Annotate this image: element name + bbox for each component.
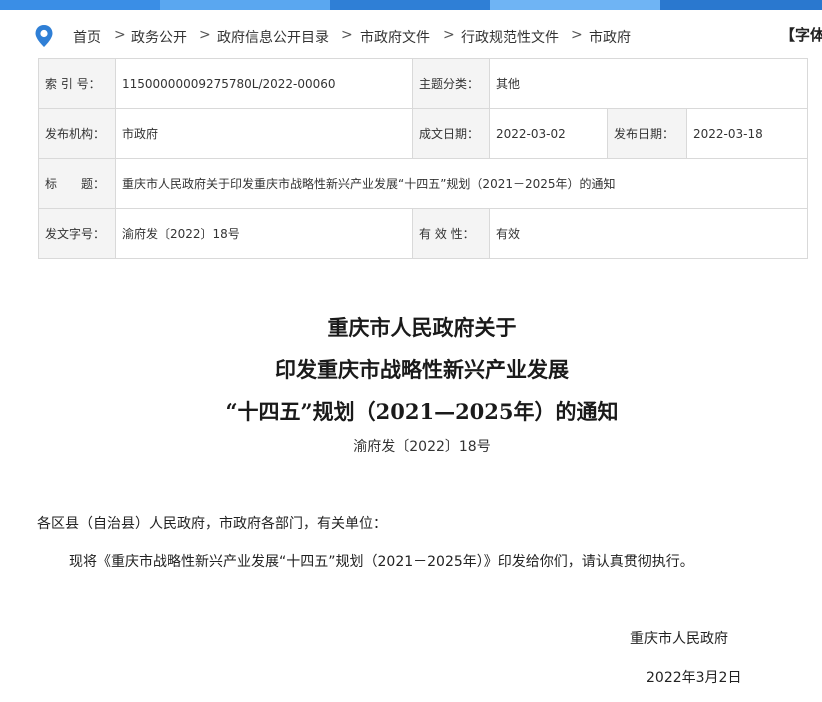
- breadcrumb-separator: >: [341, 27, 353, 43]
- body-paragraph: 现将《重庆市战略性新兴产业发展“十四五”规划（2021－2025年）》印发给你们…: [69, 554, 694, 570]
- salutation: 各区县（自治县）人民政府，市政府各部门，有关单位：: [37, 516, 387, 532]
- location-pin-icon: [34, 24, 54, 48]
- top-bar-segment: [490, 0, 660, 10]
- breadcrumb-separator: >: [571, 27, 583, 43]
- created-date-value: 2022-03-02: [489, 108, 608, 159]
- index-number-value: 11500000009275780L/2022-00060: [115, 58, 413, 109]
- title-value: 重庆市人民政府关于印发重庆市战略性新兴产业发展“十四五”规划（2021－2025…: [114, 158, 809, 209]
- issuer-value: 市政府: [115, 108, 413, 159]
- top-color-bar: [0, 0, 822, 10]
- top-bar-segment: [330, 0, 490, 10]
- signer-organization: 重庆市人民政府: [630, 631, 728, 647]
- topic-category-label: 主题分类：: [412, 58, 490, 109]
- table-row: 索 引 号： 11500000009275780L/2022-00060 主题分…: [38, 58, 809, 109]
- top-bar-segment: [160, 0, 330, 10]
- published-date-value: 2022-03-18: [685, 108, 809, 159]
- breadcrumb-separator: >: [114, 27, 126, 43]
- document-metadata-table: 索 引 号： 11500000009275780L/2022-00060 主题分…: [38, 58, 809, 259]
- top-bar-segment: [0, 0, 160, 10]
- breadcrumb-info-catalog[interactable]: 政府信息公开目录: [217, 27, 329, 47]
- breadcrumb: 首页 > 政务公开 > 政府信息公开目录 > 市政府文件 > 行政规范性文件 >…: [0, 22, 822, 50]
- signing-date: 2022年3月2日: [646, 670, 742, 686]
- doc-number-label: 发文字号：: [38, 208, 116, 259]
- font-size-tool[interactable]: 【字体: [780, 24, 822, 45]
- breadcrumb-normative-docs[interactable]: 行政规范性文件: [461, 27, 559, 47]
- document-title-line: “十四五”规划（2021—2025年）的通知: [225, 399, 619, 424]
- breadcrumb-separator: >: [443, 27, 455, 43]
- topic-category-value: 其他: [488, 58, 809, 109]
- title-label: 标 题：: [38, 158, 116, 209]
- breadcrumb-separator: >: [199, 27, 211, 43]
- document-number: 渝府发〔2022〕18号: [353, 439, 491, 455]
- issuer-label: 发布机构：: [38, 108, 116, 159]
- doc-number-value: 渝府发〔2022〕18号: [115, 208, 413, 259]
- document-title-line: 印发重庆市战略性新兴产业发展: [275, 357, 569, 382]
- table-row: 标 题： 重庆市人民政府关于印发重庆市战略性新兴产业发展“十四五”规划（2021…: [38, 158, 809, 209]
- validity-label: 有 效 性：: [412, 208, 490, 259]
- document-title-line: 重庆市人民政府关于: [327, 315, 517, 340]
- validity-value: 有效: [488, 208, 809, 259]
- created-date-label: 成文日期：: [412, 108, 490, 159]
- table-row: 发文字号： 渝府发〔2022〕18号 有 效 性： 有效: [38, 208, 809, 259]
- breadcrumb-gov-affairs[interactable]: 政务公开: [131, 27, 187, 47]
- breadcrumb-city-gov[interactable]: 市政府: [589, 27, 631, 47]
- breadcrumb-gov-documents[interactable]: 市政府文件: [360, 27, 430, 47]
- breadcrumb-home[interactable]: 首页: [73, 27, 101, 47]
- top-bar-segment: [660, 0, 822, 10]
- index-number-label: 索 引 号：: [38, 58, 116, 109]
- table-row: 发布机构： 市政府 成文日期： 2022-03-02 发布日期： 2022-03…: [38, 108, 809, 159]
- published-date-label: 发布日期：: [607, 108, 687, 159]
